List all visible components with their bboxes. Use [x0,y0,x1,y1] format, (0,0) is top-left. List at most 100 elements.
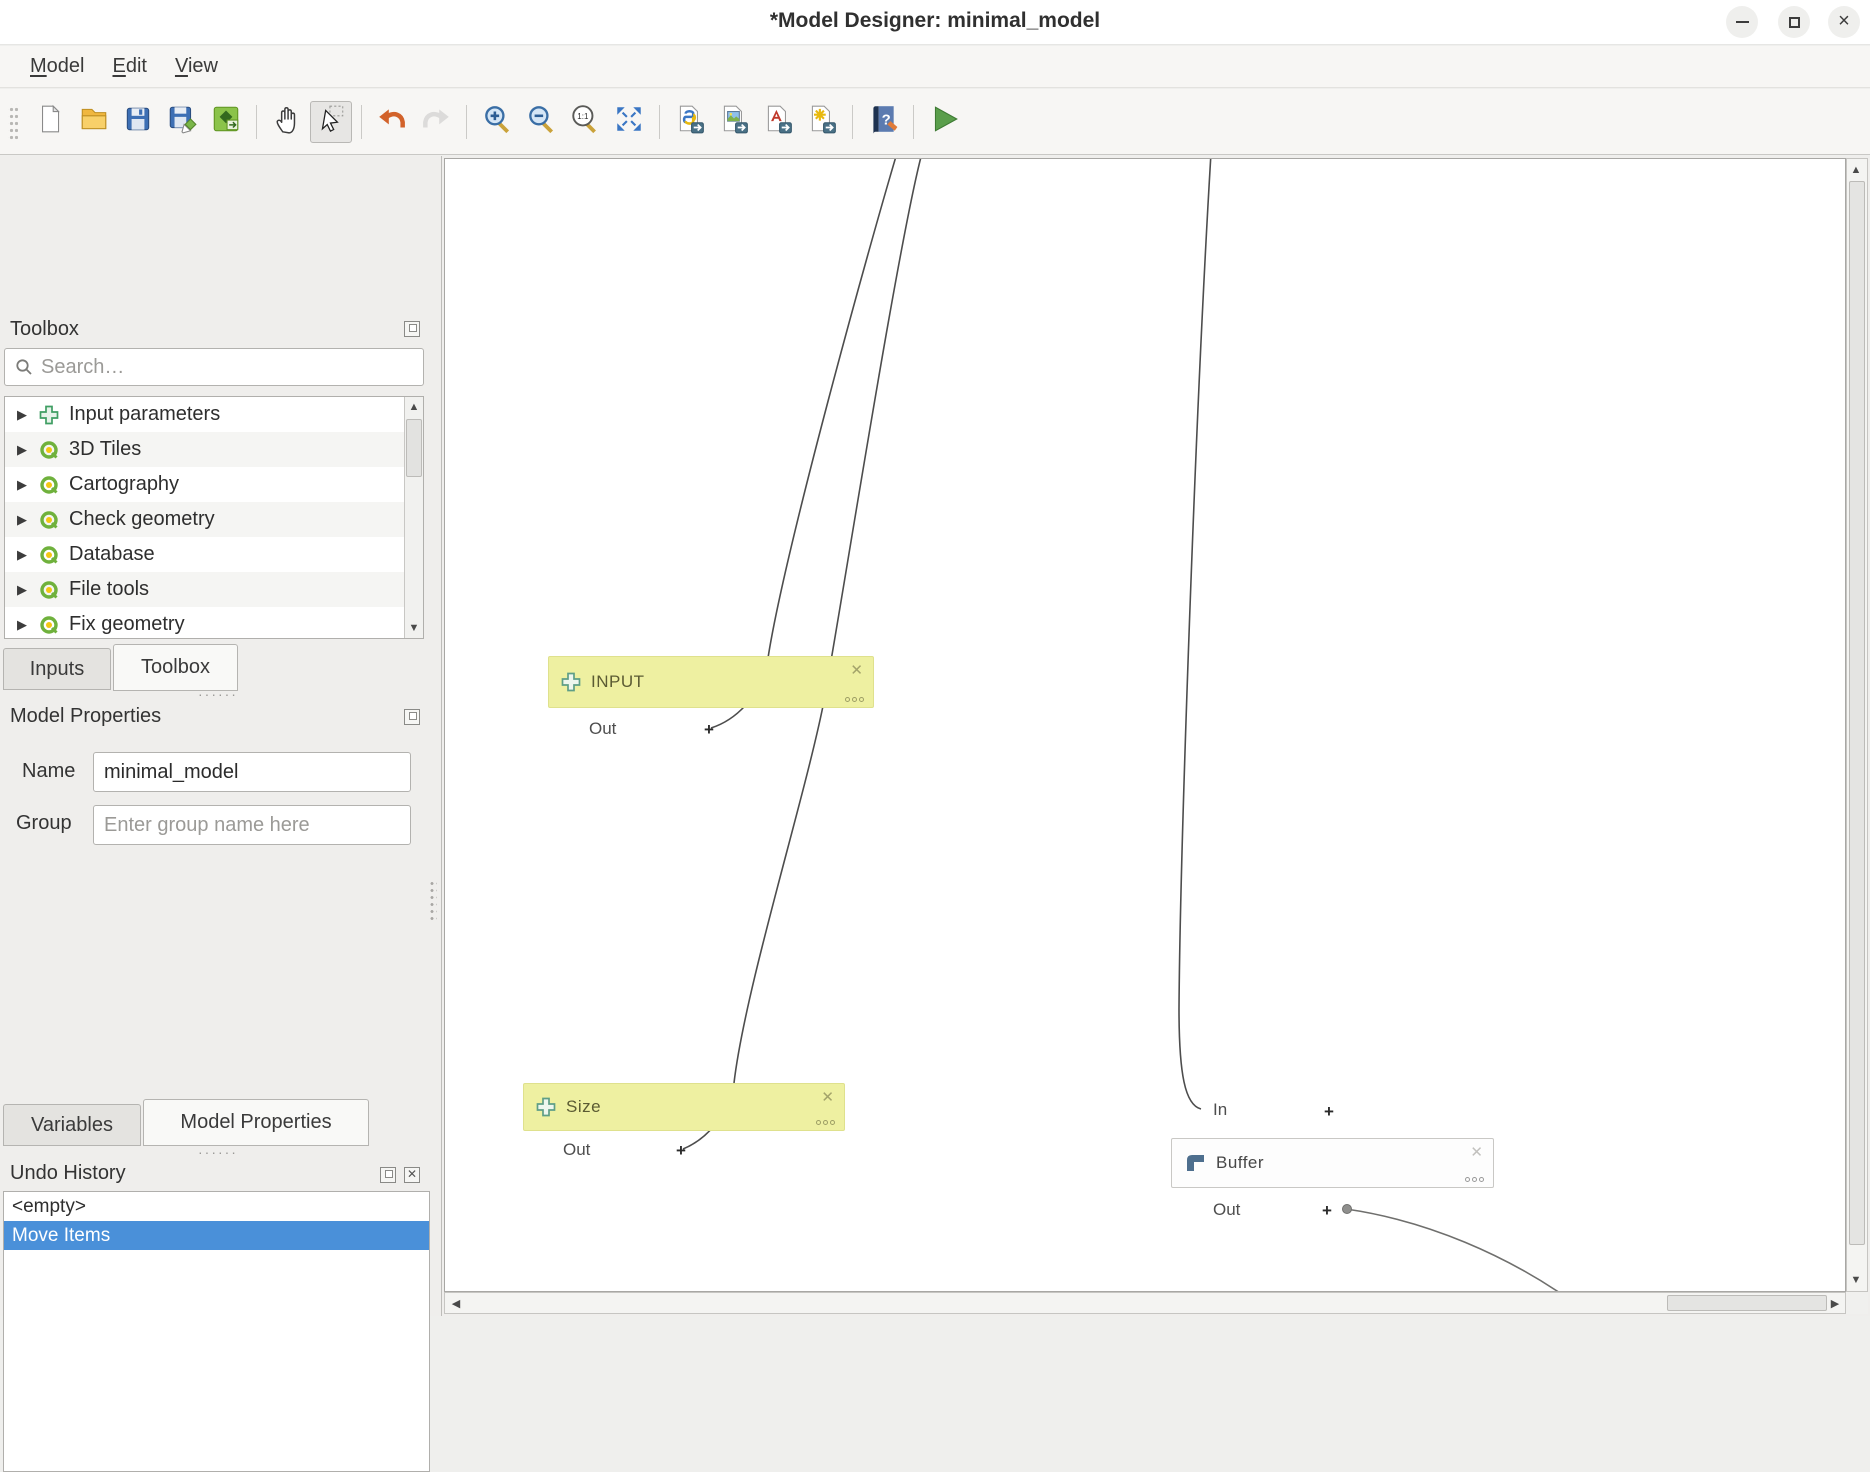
open-model-button[interactable] [73,101,115,143]
expand-arrow-icon[interactable]: ▶ [17,442,39,458]
group-label: Group [16,812,72,835]
expand-arrow-icon[interactable]: ▶ [17,582,39,598]
tab-variables[interactable]: Variables [3,1104,141,1146]
new-model-button[interactable] [29,101,71,143]
name-label: Name [22,760,75,783]
save-model-in-project-button[interactable] [205,101,247,143]
maximize-button[interactable] [1778,6,1810,38]
scroll-down-icon[interactable]: ▼ [1847,1274,1865,1286]
undo-button[interactable] [371,101,413,143]
export-as-python-button[interactable] [669,101,711,143]
toolbox-panel-title: Toolbox [10,318,79,341]
tab-inputs[interactable]: Inputs [3,648,111,690]
toolbox-tree-scrollbar[interactable]: ▲ ▼ [404,397,423,638]
export-as-pdf-button[interactable] [757,101,799,143]
export-as-svg-button[interactable] [801,101,843,143]
toolbox-item-3d-tiles[interactable]: ▶ 3D Tiles [5,432,404,467]
run-play-icon [928,103,960,140]
run-model-button[interactable] [923,101,965,143]
canvas-horizontal-scrollbar[interactable]: ◀ ▶ [444,1292,1846,1314]
scrollbar-thumb[interactable] [1849,181,1865,1245]
qgis-icon [39,510,69,530]
redo-button[interactable] [415,101,457,143]
parameter-plus-icon [39,405,69,425]
model-properties-float-icon[interactable] [404,709,420,725]
toolbar-separator [361,105,362,139]
toolbox-item-database[interactable]: ▶ Database [5,537,404,572]
undo-history-close-icon[interactable]: ✕ [404,1167,420,1183]
toolbox-item-input-parameters[interactable]: ▶ Input parameters [5,397,404,432]
edit-help-button[interactable]: ? [862,101,904,143]
undo-history-panel-title: Undo History [10,1162,126,1185]
collapse-cross-icon[interactable]: ✕ [1470,1143,1483,1161]
buffer-in-anchor[interactable]: + [1324,1103,1334,1120]
pan-tool-button[interactable] [266,101,308,143]
node-buffer[interactable]: Buffer ✕ [1171,1138,1494,1188]
menu-model[interactable]: Model [16,51,98,82]
tab-toolbox[interactable]: Toolbox [113,644,238,691]
scroll-left-icon[interactable]: ◀ [450,1297,462,1310]
expand-arrow-icon[interactable]: ▶ [17,407,39,423]
scroll-down-icon[interactable]: ▼ [405,622,423,634]
size-out-anchor[interactable]: + [676,1142,686,1159]
search-input[interactable] [41,356,423,379]
buffer-out-socket[interactable] [1342,1204,1352,1214]
node-dots-icon[interactable] [816,1120,835,1125]
model-name-field[interactable] [93,752,411,792]
toolbar-separator [852,105,853,139]
toolbox-item-file-tools[interactable]: ▶ File tools [5,572,404,607]
model-canvas[interactable]: INPUT ✕ Out + Size ✕ Out + In + Buffer ✕… [444,158,1846,1292]
input-out-anchor[interactable]: + [704,721,714,738]
open-folder-icon [78,103,110,140]
collapse-cross-icon[interactable]: ✕ [821,1088,834,1106]
collapse-cross-icon[interactable]: ✕ [850,661,863,679]
expand-arrow-icon[interactable]: ▶ [17,512,39,528]
scrollbar-corner [1846,1292,1868,1314]
save-model-button[interactable] [117,101,159,143]
toolbox-item-cartography[interactable]: ▶ Cartography [5,467,404,502]
scrollbar-thumb[interactable] [1667,1295,1827,1311]
node-dots-icon[interactable] [845,697,864,702]
zoom-in-button[interactable] [476,101,518,143]
node-dots-icon[interactable] [1465,1177,1484,1182]
minimize-button[interactable] [1726,6,1758,38]
node-input[interactable]: INPUT ✕ [548,656,874,708]
zoom-actual-size-button[interactable]: 1:1 [564,101,606,143]
menu-edit[interactable]: Edit [98,51,160,82]
toolbox-item-fix-geometry[interactable]: ▶ Fix geometry [5,607,404,639]
expand-arrow-icon[interactable]: ▶ [17,477,39,493]
toolbox-search-box[interactable] [4,348,424,386]
node-size[interactable]: Size ✕ [523,1083,845,1131]
tab-model-properties[interactable]: Model Properties [143,1099,369,1146]
scrollbar-thumb[interactable] [406,419,422,477]
undo-item-move-items[interactable]: Move Items [4,1221,429,1250]
buffer-in-port-label: In [1213,1100,1227,1120]
panel-resize-handle[interactable] [429,880,437,920]
scroll-right-icon[interactable]: ▶ [1829,1297,1841,1310]
undo-history-float-icon[interactable] [380,1167,396,1183]
zoom-out-button[interactable] [520,101,562,143]
input-out-port-label: Out [589,719,616,739]
undo-item-empty[interactable]: <empty> [4,1192,429,1221]
close-button[interactable]: × [1828,6,1860,38]
model-group-field[interactable] [93,805,411,845]
canvas-vertical-scrollbar[interactable]: ▲ ▼ [1846,158,1868,1292]
qgis-icon [39,440,69,460]
zoom-full-button[interactable] [608,101,650,143]
export-as-image-button[interactable] [713,101,755,143]
link-size-out [683,159,922,1149]
select-move-item-tool-button[interactable] [310,101,352,143]
left-dock-panel: Toolbox ▶ Input parameters ▶ 3D Tiles ▶ … [0,156,442,1316]
toolbox-float-icon[interactable] [404,321,420,337]
expand-arrow-icon[interactable]: ▶ [17,617,39,633]
scroll-up-icon[interactable]: ▲ [1847,164,1865,176]
toolbox-item-check-geometry[interactable]: ▶ Check geometry [5,502,404,537]
expand-arrow-icon[interactable]: ▶ [17,547,39,563]
new-file-icon [34,103,66,140]
save-model-as-button[interactable] [161,101,203,143]
toolbar-grip[interactable] [8,104,18,140]
menu-view[interactable]: View [161,51,232,82]
splitter-dots[interactable]: ······ [198,1144,238,1160]
buffer-out-anchor[interactable]: + [1322,1202,1332,1219]
scroll-up-icon[interactable]: ▲ [405,401,423,413]
